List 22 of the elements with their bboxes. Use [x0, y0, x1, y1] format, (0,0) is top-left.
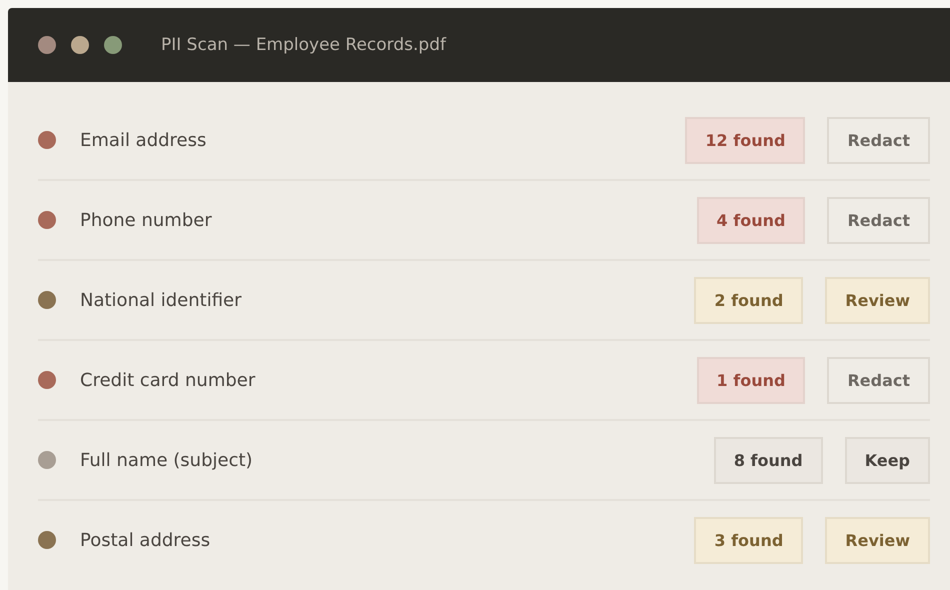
action-button[interactable]: Review: [825, 276, 930, 324]
count-badge: 8 found: [714, 436, 823, 484]
finding-label: Full name (subject): [80, 450, 254, 470]
count-badge: 2 found: [694, 276, 804, 324]
maximize-button[interactable]: [104, 36, 122, 54]
count-badge: 1 found: [696, 356, 806, 404]
action-button[interactable]: Redact: [827, 356, 930, 404]
action-button[interactable]: Redact: [827, 196, 930, 244]
action-button[interactable]: Review: [825, 516, 930, 564]
action-button[interactable]: Keep: [844, 436, 930, 484]
finding-label: Postal address: [80, 530, 212, 550]
count-badge: 3 found: [694, 516, 804, 564]
count-badge: 12 found: [685, 116, 806, 164]
minimize-button[interactable]: [71, 36, 89, 54]
count-badge: 4 found: [696, 196, 806, 244]
finding-label: Email address: [80, 130, 208, 150]
close-button[interactable]: [38, 36, 56, 54]
action-button[interactable]: Redact: [827, 116, 930, 164]
finding-label: Phone number: [80, 210, 213, 230]
window-title: PII Scan — Employee Records.pdf: [161, 35, 446, 55]
finding-label: National identifier: [80, 290, 243, 310]
finding-label: Credit card number: [80, 370, 256, 390]
